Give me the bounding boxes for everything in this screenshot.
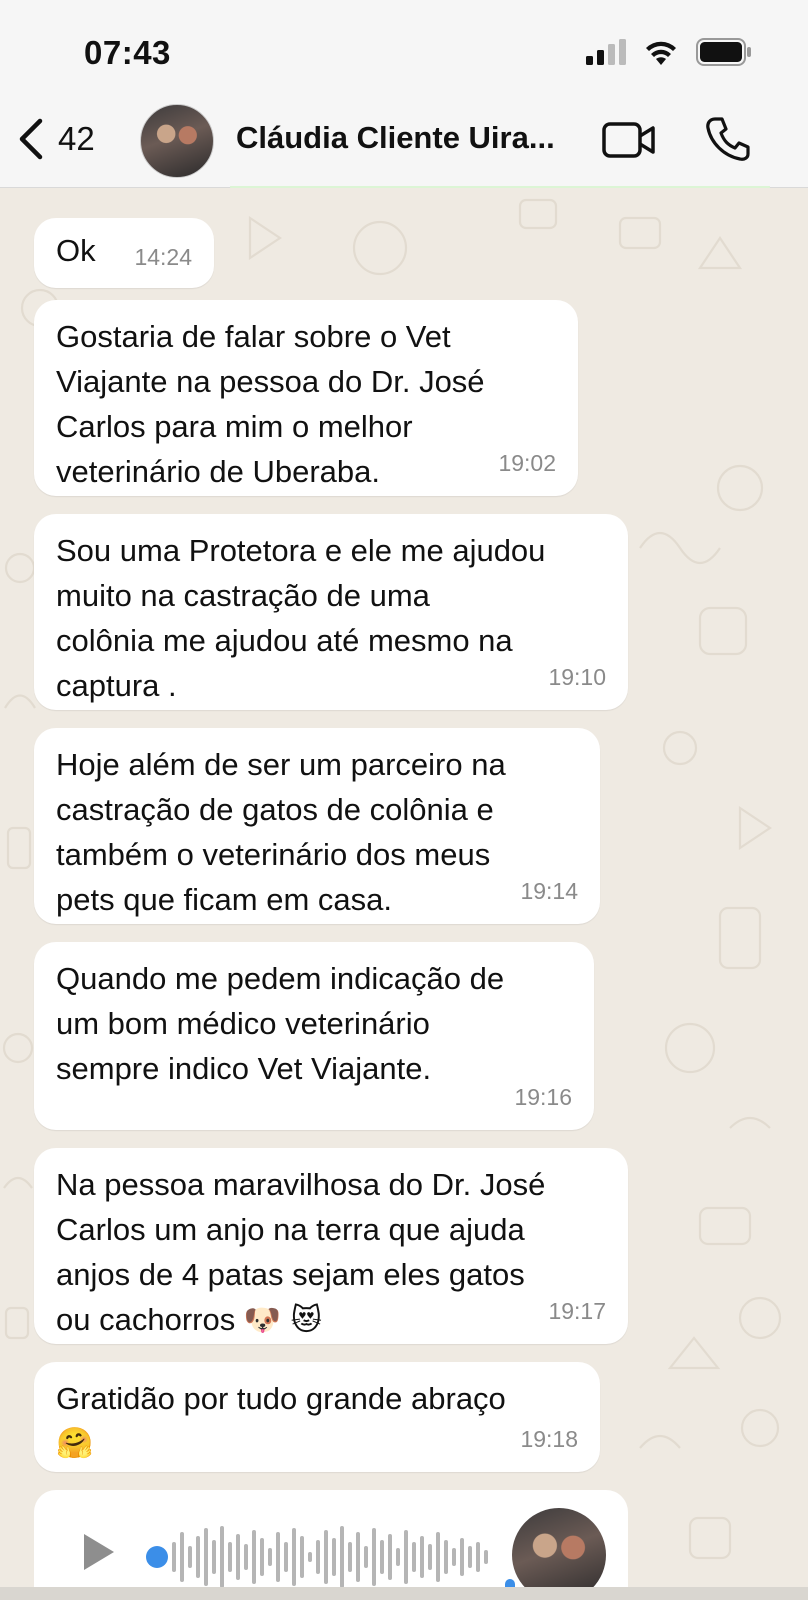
message-time: 14:24 bbox=[134, 244, 192, 270]
message-bubble[interactable]: Hoje além de ser um parceiro na castraçã… bbox=[34, 728, 600, 924]
message-bubble[interactable]: Gostaria de falar sobre o Vet Viajante n… bbox=[34, 300, 578, 496]
message-text: Quando me pedem indicação de um bom médi… bbox=[56, 961, 505, 1086]
back-button[interactable]: 42 bbox=[16, 118, 95, 160]
wifi-icon bbox=[646, 41, 676, 65]
message-bubble[interactable]: Na pessoa maravilhosa do Dr. José Carlos… bbox=[34, 1148, 628, 1344]
voice-progress-handle[interactable] bbox=[146, 1546, 168, 1568]
message-time: 19:14 bbox=[520, 878, 578, 904]
message-text: Na pessoa maravilhosa do Dr. José Carlos… bbox=[56, 1167, 545, 1338]
chevron-left-icon bbox=[19, 118, 43, 160]
message-emojis: 🐶 😻 bbox=[243, 1303, 323, 1338]
contact-name[interactable]: Cláudia Cliente Uira... bbox=[236, 120, 576, 156]
message-text: Gratidão por tudo grande abraço bbox=[56, 1381, 506, 1416]
message-text: Gostaria de falar sobre o Vet Viajante n… bbox=[56, 319, 485, 489]
chat-header: 42 Cláudia Cliente Uira... bbox=[0, 100, 808, 188]
message-bubble[interactable]: Ok 14:24 bbox=[34, 218, 214, 288]
contact-avatar[interactable] bbox=[140, 104, 214, 178]
battery-icon bbox=[696, 38, 751, 66]
message-time: 19:18 bbox=[520, 1426, 578, 1452]
status-bar: 07:43 bbox=[0, 0, 808, 108]
message-time: 19:02 bbox=[498, 450, 556, 476]
voice-waveform[interactable] bbox=[172, 1522, 502, 1592]
message-time: 19:17 bbox=[548, 1298, 606, 1324]
message-bubble[interactable]: Quando me pedem indicação de um bom médi… bbox=[34, 942, 594, 1130]
status-time: 07:43 bbox=[84, 34, 171, 71]
message-text: Sou uma Protetora e ele me ajudou muito … bbox=[56, 533, 546, 703]
message-bubble[interactable]: Gratidão por tudo grande abraço 🤗 19:18 bbox=[34, 1362, 600, 1472]
phone-icon[interactable] bbox=[706, 116, 750, 162]
voice-message[interactable] bbox=[34, 1490, 628, 1600]
message-emojis: 🤗 bbox=[56, 1426, 94, 1461]
chat-area[interactable]: Ok 14:24 Gostaria de falar sobre o Vet V… bbox=[0, 188, 808, 1600]
message-time: 19:10 bbox=[548, 664, 606, 690]
message-text: Hoje além de ser um parceiro na castraçã… bbox=[56, 747, 506, 917]
bottom-edge bbox=[0, 1587, 808, 1600]
video-camera-icon[interactable] bbox=[602, 120, 656, 160]
message-time: 19:16 bbox=[514, 1084, 572, 1110]
message-bubble[interactable]: Sou uma Protetora e ele me ajudou muito … bbox=[34, 514, 628, 710]
play-icon[interactable] bbox=[82, 1532, 116, 1572]
unread-count: 42 bbox=[58, 120, 95, 157]
signal-icon bbox=[586, 39, 626, 65]
